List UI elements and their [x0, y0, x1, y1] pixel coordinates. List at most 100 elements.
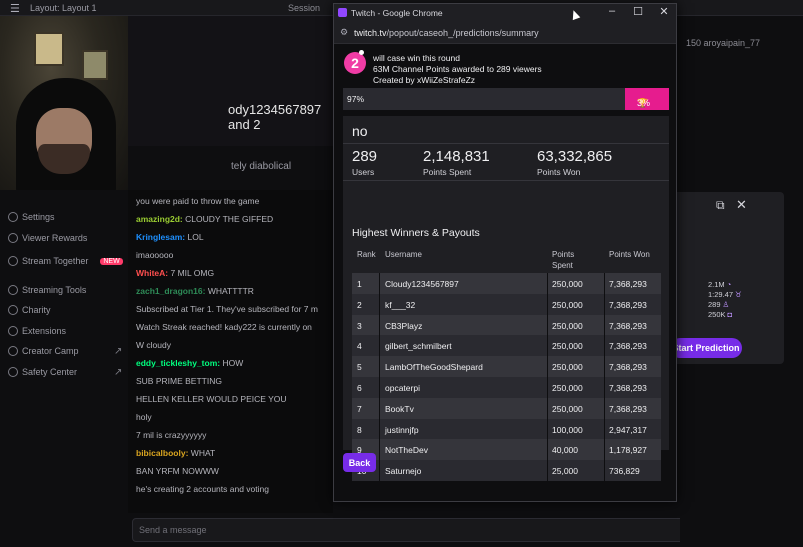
cell-divider: [604, 460, 605, 482]
popout-icon[interactable]: ⧉: [716, 198, 725, 213]
divider: [343, 180, 669, 181]
chat-message: you were paid to throw the game: [136, 196, 259, 206]
chat-text: WHAT: [190, 448, 216, 458]
sidebar-item-safety-center[interactable]: Safety Center ↗: [8, 365, 122, 379]
chat-username[interactable]: Kringlesam:: [136, 232, 185, 242]
username-cell: LambOfTheGoodShepard: [385, 362, 483, 373]
rank-cell: 8: [357, 424, 362, 435]
maximize-icon[interactable]: ☐: [630, 5, 646, 18]
chat-message: eddy_tickleshy_tom: HOW: [136, 358, 243, 368]
cell-divider: [604, 418, 605, 440]
outcome-split-bar: 97% 🏆 3%: [343, 88, 669, 110]
back-button[interactable]: Back: [343, 453, 376, 472]
points-won-cell: 2,947,317: [609, 424, 647, 435]
stat-won-label: Points Won: [537, 167, 581, 177]
chat-username[interactable]: WhiteA:: [136, 268, 168, 278]
heart-icon: [8, 305, 18, 315]
table-row: 1 Cloudy1234567897 250,000 7,368,293: [352, 273, 661, 294]
stream-preview: ody1234567897 and 2 tely diabolical: [128, 16, 333, 172]
cell-divider: [604, 377, 605, 398]
chat-message: SUB PRIME BETTING: [136, 376, 222, 386]
cell-divider: [547, 335, 548, 357]
rank-cell: 6: [357, 383, 362, 393]
sidebar-item-streaming-tools[interactable]: Streaming Tools: [8, 283, 86, 297]
chat-message: W cloudy: [136, 340, 171, 350]
points-won-cell: 7,368,293: [609, 362, 647, 373]
cell-divider: [604, 335, 605, 357]
stat-users-label: Users: [352, 167, 375, 177]
cell-divider: [379, 293, 380, 315]
chat-username[interactable]: amazing2d:: [136, 214, 183, 224]
people-icon: [8, 256, 18, 266]
cell-divider: [379, 460, 380, 482]
username-cell: CB3Playz: [385, 320, 423, 331]
points-won-cell: 7,368,293: [609, 320, 647, 331]
chat-username[interactable]: eddy_tickleshy_tom:: [136, 358, 220, 368]
address-bar[interactable]: ⚙ twitch.tv/popout/caseoh_/predictions/s…: [334, 22, 676, 44]
sidebar-item-charity[interactable]: Charity: [8, 303, 51, 317]
cell-divider: [547, 314, 548, 336]
points-spent-cell: 250,000: [552, 362, 583, 373]
hamburger-menu-icon[interactable]: ☰: [10, 2, 20, 15]
points-won-cell: 7,368,293: [609, 299, 647, 310]
cell-divider: [547, 397, 548, 419]
col-username: Username: [385, 250, 422, 259]
start-prediction-button[interactable]: Start Prediction: [670, 338, 742, 358]
new-badge: NEW: [100, 257, 123, 265]
background-window: [82, 50, 108, 80]
rank-cell: 3: [357, 320, 362, 331]
sidebar-item-viewer-rewards[interactable]: Viewer Rewards: [8, 231, 87, 245]
chat-message: HELLEN KELLER WOULD PEICE YOU: [136, 394, 287, 404]
cell-divider: [547, 293, 548, 315]
layout-selector[interactable]: Layout: Layout 1: [30, 3, 97, 13]
site-info-icon[interactable]: ⚙: [340, 27, 348, 38]
tools-icon: [8, 285, 18, 295]
col-rank: Rank: [357, 250, 376, 259]
points-spent-cell: 40,000: [552, 445, 578, 456]
cell-divider: [547, 356, 548, 378]
sidebar-item-creator-camp[interactable]: Creator Camp ↗: [8, 344, 122, 358]
points-won-cell: 736,829: [609, 466, 640, 477]
outcome-results-card: no 289 Users 2,148,831 Points Spent 63,3…: [343, 116, 669, 482]
gear-icon: [8, 212, 18, 222]
username-cell: BookTv: [385, 403, 414, 414]
panel-stat: 1:29.47 ♉: [708, 290, 742, 299]
chat-message: imaooooo: [136, 250, 173, 260]
cell-divider: [604, 273, 605, 294]
points-won-cell: 7,368,293: [609, 341, 647, 352]
chat-text: Subscribed at Tier 1. They've subscribed…: [136, 304, 318, 314]
winners-section-title: Highest Winners & Payouts: [352, 227, 480, 239]
sidebar-item-extensions[interactable]: Extensions: [8, 324, 66, 338]
stream-overlay-subtext: tely diabolical: [231, 161, 292, 172]
table-row: 10Saturnejo25,000736,829: [352, 460, 661, 482]
chat-panel: you were paid to throw the game amazing2d…: [128, 190, 333, 513]
close-window-icon[interactable]: ✕: [656, 5, 672, 18]
chat-text: you were paid to throw the game: [136, 196, 260, 206]
table-row: 6 opcaterpi 250,000 7,368,293: [352, 377, 661, 398]
stat-won-value: 63,332,865: [537, 148, 613, 165]
cell-divider: [379, 397, 380, 419]
close-icon[interactable]: ✕: [736, 197, 747, 213]
chat-message: WhiteA: 7 MIL OMG: [136, 268, 214, 278]
url-text[interactable]: twitch.tv/popout/caseoh_/predictions/sum…: [354, 28, 539, 38]
stream-overlay-text: ody1234567897 and 2: [228, 102, 322, 132]
prediction-awarded: 63M Channel Points awarded to 289 viewer…: [373, 64, 542, 74]
chat-message: Watch Streak reached! kady222 is current…: [136, 322, 312, 332]
points-won-cell: 7,368,293: [609, 403, 647, 414]
chat-username[interactable]: bibicalbooly:: [136, 448, 188, 458]
prediction-creator: Created by xWiiZeStrafeZz: [373, 75, 476, 85]
chat-text: W cloudy: [136, 340, 171, 350]
sidebar-item-settings[interactable]: Settings: [8, 210, 55, 224]
minimize-icon[interactable]: –: [604, 5, 620, 17]
chat-input-placeholder: Send a message: [139, 525, 207, 535]
cell-divider: [604, 397, 605, 419]
sidebar-item-stream-together[interactable]: Stream Together NEW: [8, 254, 123, 268]
username-cell: Cloudy1234567897: [385, 279, 459, 289]
chat-username[interactable]: zach1_dragon16:: [136, 286, 205, 296]
extensions-icon: [8, 326, 18, 336]
rank-cell: 2: [357, 299, 362, 310]
window-title: Twitch - Google Chrome: [351, 8, 443, 18]
points-won-cell: 1,178,927: [609, 445, 647, 456]
divider: [343, 143, 669, 144]
chat-text: HOW: [222, 358, 244, 368]
